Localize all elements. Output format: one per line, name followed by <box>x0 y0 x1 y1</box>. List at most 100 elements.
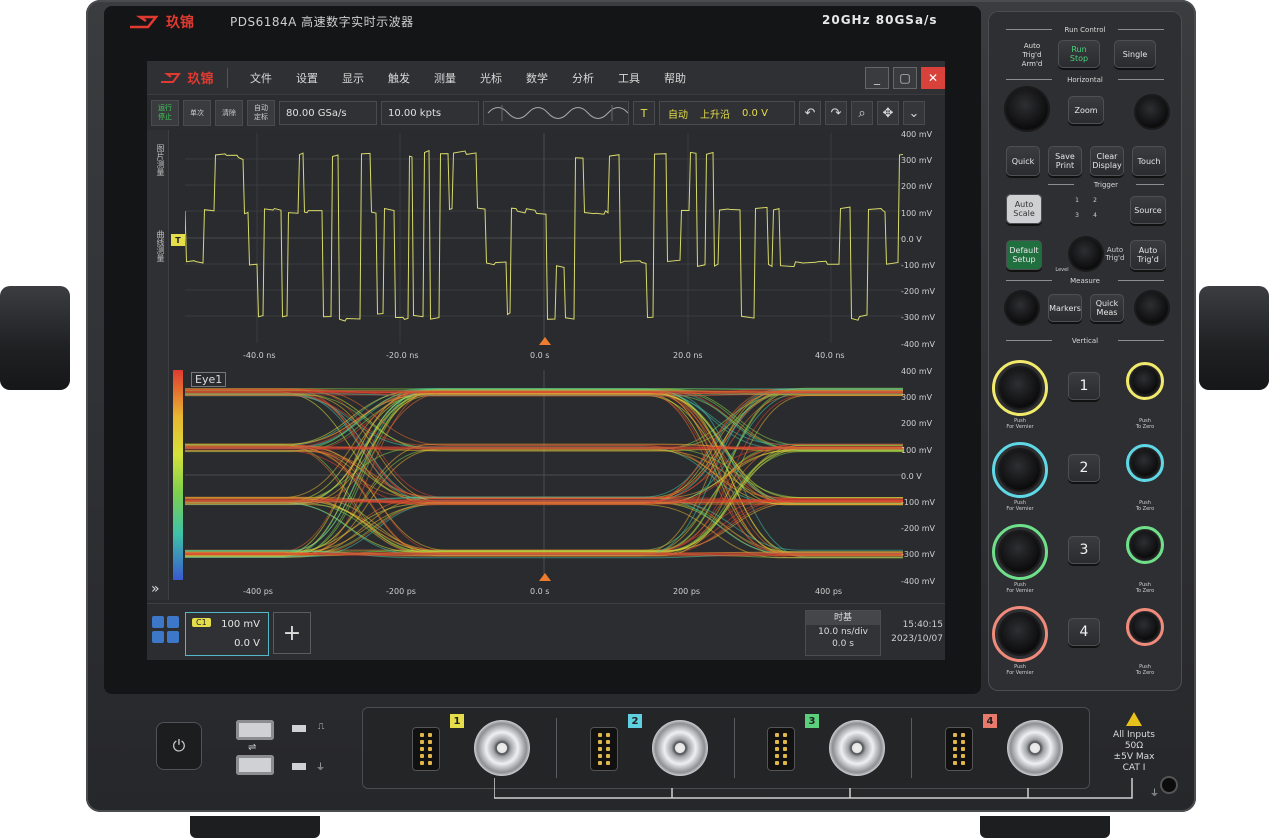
eye-label[interactable]: Eye1 <box>191 372 227 387</box>
redo-icon[interactable]: ↷ <box>825 101 847 125</box>
trigger-level-marker[interactable]: T <box>171 234 185 246</box>
close-button[interactable]: ✕ <box>921 67 945 89</box>
layout-grid-icon[interactable] <box>152 616 179 643</box>
waveform-plot[interactable] <box>184 133 908 343</box>
power-button[interactable]: ⏻ <box>156 722 202 770</box>
eye-diagram-plot[interactable] <box>185 370 903 580</box>
vertical-offset-knob-2[interactable] <box>1132 450 1158 476</box>
usb-port-1[interactable] <box>236 720 274 740</box>
sample-rate-field[interactable]: 80.00 GSa/s <box>279 101 377 125</box>
trigger-level-knob[interactable] <box>1070 238 1102 270</box>
quick-meas-hw-button[interactable]: Quick Meas <box>1090 294 1124 322</box>
memory-depth-field[interactable]: 10.00 kpts <box>381 101 479 125</box>
menu-cursor[interactable]: 光标 <box>480 70 502 86</box>
vertical-offset-knob-1[interactable] <box>1132 368 1158 394</box>
menu-settings[interactable]: 设置 <box>296 70 318 86</box>
run-stop-hw-button[interactable]: Run Stop <box>1058 40 1100 68</box>
quick-hw-button[interactable]: Quick <box>1006 146 1040 176</box>
probe-interface-3[interactable] <box>767 727 795 771</box>
channel-button-1[interactable]: 1 <box>1068 372 1100 400</box>
menu-display[interactable]: 显示 <box>342 70 364 86</box>
measure-knob-left[interactable] <box>1006 292 1038 324</box>
sidebar-tab-curve-measure[interactable]: 曲线测量 <box>150 230 166 262</box>
clear-display-hw-button[interactable]: Clear Display <box>1090 146 1124 176</box>
undo-icon[interactable]: ↶ <box>799 101 821 125</box>
horizontal-position-knob[interactable] <box>1136 96 1168 128</box>
maximize-button[interactable]: ▢ <box>893 67 917 89</box>
y-tick-label: -300 mV <box>901 313 935 323</box>
waveform-trace <box>184 133 908 343</box>
zoom-search-icon[interactable]: ⌕ <box>851 101 873 125</box>
menu-trigger[interactable]: 触发 <box>388 70 410 86</box>
toolbar: 运行 停止 单次 清除 自动 定标 80.00 GSa/s 10.00 kpts… <box>147 96 945 130</box>
usb-port-2[interactable] <box>236 755 274 775</box>
probe-interface-4[interactable] <box>945 727 973 771</box>
default-setup-hw-button[interactable]: Default Setup <box>1006 240 1042 270</box>
measure-knob-right[interactable] <box>1136 292 1168 324</box>
vertical-offset-knob-4[interactable] <box>1132 614 1158 640</box>
ground-terminal[interactable] <box>1162 778 1176 792</box>
auto-scale-hw-button[interactable]: Auto Scale <box>1006 194 1042 224</box>
bnc-input-3[interactable] <box>829 720 885 776</box>
save-print-hw-button[interactable]: Save Print <box>1048 146 1082 176</box>
sidebar-tab-image-measure[interactable]: 图片测量 <box>150 144 166 176</box>
menu-tools[interactable]: 工具 <box>618 70 640 86</box>
y-tick-label: 300 mV <box>901 393 933 403</box>
bnc-input-1[interactable] <box>474 720 530 776</box>
auto-scale-button[interactable]: 自动 定标 <box>247 100 275 126</box>
run-control-line-left <box>1006 29 1052 30</box>
channel-button-3[interactable]: 3 <box>1068 536 1100 564</box>
trigger-source-3: 3 <box>1075 212 1079 219</box>
run-stop-button[interactable]: 运行 停止 <box>151 100 179 126</box>
zoom-hw-button[interactable]: Zoom <box>1068 96 1104 124</box>
minimize-button[interactable]: _ <box>865 67 889 89</box>
touch-hw-button[interactable]: Touch <box>1132 146 1166 176</box>
input-label-4: 4 <box>983 714 997 728</box>
ground-port[interactable] <box>292 763 306 770</box>
menu-analysis[interactable]: 分析 <box>572 70 594 86</box>
move-icon[interactable]: ✥ <box>877 101 899 125</box>
menu-help[interactable]: 帮助 <box>664 70 686 86</box>
source-hw-button[interactable]: Source <box>1130 196 1166 224</box>
vertical-offset-knob-3[interactable] <box>1132 532 1158 558</box>
channel-button-2[interactable]: 2 <box>1068 454 1100 482</box>
probe-interface-1[interactable] <box>412 727 440 771</box>
single-button[interactable]: 单次 <box>183 100 211 126</box>
scope-screen: 玖锦 文件 设置 显示 触发 测量 光标 数学 分析 工具 帮助 _ ▢ ✕ 运… <box>147 61 945 660</box>
bnc-input-4[interactable] <box>1007 720 1063 776</box>
probe-comp-port[interactable] <box>292 725 306 732</box>
menu-math[interactable]: 数学 <box>526 70 548 86</box>
horizontal-scale-knob[interactable] <box>1006 88 1048 130</box>
left-handle <box>0 286 70 390</box>
probe-interface-2[interactable] <box>590 727 618 771</box>
clear-button[interactable]: 清除 <box>215 100 243 126</box>
trigger-source-4: 4 <box>1093 212 1097 219</box>
max-voltage-label: ±5V Max <box>1113 752 1155 762</box>
trigger-line-right <box>1136 184 1164 185</box>
vertical-scale-knob-2[interactable] <box>1000 450 1040 490</box>
trigger-settings-field[interactable]: 自动 上升沿 0.0 V <box>659 101 795 125</box>
vertical-scale-knob-3[interactable] <box>1000 532 1040 572</box>
channel1-info[interactable]: C1 100 mV 0.0 V <box>185 612 269 656</box>
timebase-box[interactable]: 时基 10.0 ns/div 0.0 s <box>805 610 881 656</box>
chevron-down-icon[interactable]: ⌄ <box>903 101 925 125</box>
channel-button-4[interactable]: 4 <box>1068 618 1100 646</box>
auto-trigd-hw-button[interactable]: Auto Trig'd <box>1130 240 1166 270</box>
trigger-tag[interactable]: T <box>633 101 655 125</box>
add-channel-button[interactable]: + <box>273 612 311 654</box>
markers-hw-button[interactable]: Markers <box>1048 294 1082 322</box>
sine-preview-icon <box>487 105 628 121</box>
vertical-scale-knob-1[interactable] <box>1000 368 1040 408</box>
expand-icon[interactable]: » <box>151 581 160 597</box>
right-handle <box>1199 286 1269 390</box>
input-channels-panel <box>362 707 1090 789</box>
bnc-input-2[interactable] <box>652 720 708 776</box>
menu-file[interactable]: 文件 <box>250 70 272 86</box>
menu-measure[interactable]: 测量 <box>434 70 456 86</box>
vertical-scale-knob-4[interactable] <box>1000 614 1040 654</box>
push-zero-label-1: Push To Zero <box>1135 418 1155 430</box>
single-hw-button[interactable]: Single <box>1114 40 1156 68</box>
device-spec: 20GHz 80GSa/s <box>822 13 938 27</box>
waveform-preview[interactable] <box>483 101 629 125</box>
channel-offset: 0.0 V <box>234 638 260 649</box>
